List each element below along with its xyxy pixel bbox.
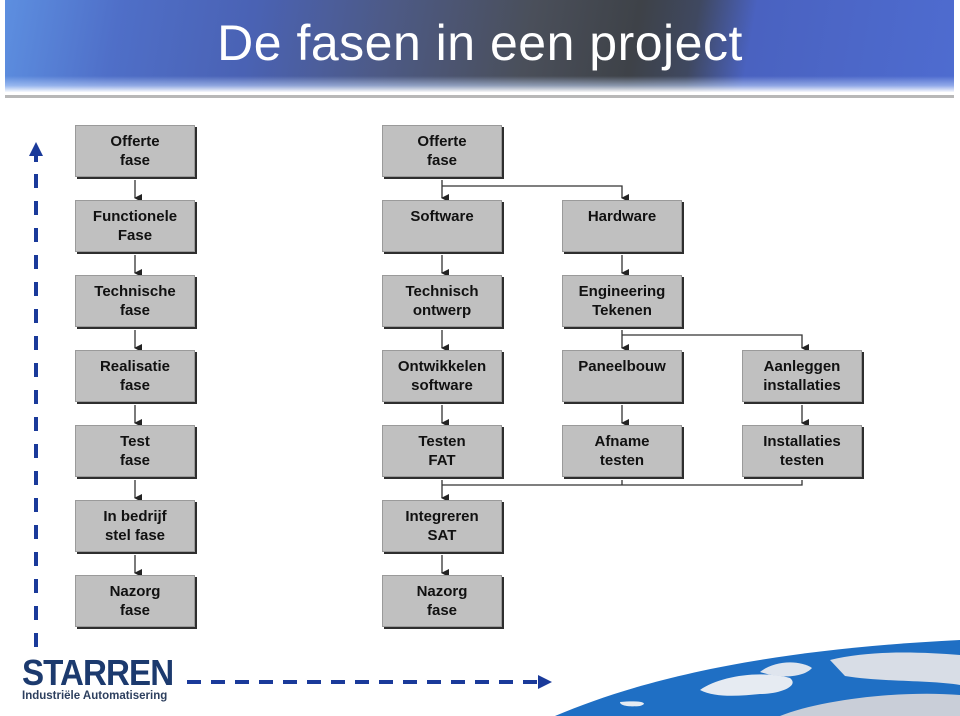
phase-offerte: Offerte fase [75, 125, 195, 177]
flow-label: Nazorg fase [416, 583, 468, 619]
flow-label: Paneelbouw [578, 358, 666, 375]
flow-label: Technisch ontwerp [405, 283, 479, 319]
dash-segment [427, 680, 441, 684]
dash-segment [475, 680, 489, 684]
dash-segment [34, 606, 38, 620]
dash-segment [307, 680, 321, 684]
arrow-engineering-aanleggen [622, 334, 809, 352]
dash-segment [34, 633, 38, 647]
europe-globe-image [555, 640, 960, 716]
phase-label: Test fase [119, 433, 151, 469]
dash-segment [34, 417, 38, 431]
phase-label: In bedrijf stel fase [103, 508, 167, 544]
flow-hardware: Hardware [562, 200, 682, 252]
flow-nazorg: Nazorg fase [382, 575, 502, 627]
arrow-offerte-hardware [442, 185, 629, 202]
dash-segment [451, 680, 465, 684]
dash-segment [235, 680, 249, 684]
flow-label: Afname testen [594, 433, 650, 469]
flow-installaties-testen: Installaties testen [742, 425, 862, 477]
flow-technisch-ontwerp: Technisch ontwerp [382, 275, 502, 327]
phase-label: Nazorg fase [109, 583, 161, 619]
phase-label: Realisatie fase [99, 358, 171, 394]
phase-nazorg: Nazorg fase [75, 575, 195, 627]
dash-segment [379, 680, 393, 684]
flow-aanleggen: Aanleggen installaties [742, 350, 862, 402]
dash-segment [187, 680, 201, 684]
dash-segment [34, 390, 38, 404]
dash-segment [34, 309, 38, 323]
dash-segment [34, 363, 38, 377]
dash-segment [34, 336, 38, 350]
arrow-up-icon [29, 142, 43, 156]
phase-technische: Technische fase [75, 275, 195, 327]
flow-label: Offerte fase [417, 133, 467, 169]
dash-segment [34, 552, 38, 566]
arrow-right-icon [538, 675, 552, 689]
phase-label: Functionele Fase [92, 208, 178, 244]
dash-segment [403, 680, 417, 684]
vertical-dashes [34, 174, 38, 647]
logo-wordmark: STARREN [22, 652, 174, 693]
dash-segment [499, 680, 513, 684]
flow-label: Integreren SAT [405, 508, 479, 544]
phase-label: Offerte fase [110, 133, 160, 169]
flow-software: Software [382, 200, 502, 252]
flow-afname: Afname testen [562, 425, 682, 477]
flow-engineering: Engineering Tekenen [562, 275, 682, 327]
flow-paneelbouw: Paneelbouw [562, 350, 682, 402]
flow-offerte: Offerte fase [382, 125, 502, 177]
dash-segment [211, 680, 225, 684]
horizontal-dashes [187, 680, 537, 684]
flow-label: Engineering Tekenen [578, 283, 666, 319]
dash-segment [34, 174, 38, 188]
dash-segment [355, 680, 369, 684]
dash-segment [34, 228, 38, 242]
dash-segment [34, 444, 38, 458]
dash-segment [283, 680, 297, 684]
dash-segment [34, 282, 38, 296]
dash-segment [34, 255, 38, 269]
dash-segment [34, 201, 38, 215]
flow-label: Hardware [587, 208, 657, 225]
flow-testen-fat: Testen FAT [382, 425, 502, 477]
dash-segment [523, 680, 537, 684]
dash-segment [34, 579, 38, 593]
flow-label: Aanleggen installaties [763, 358, 841, 394]
dash-segment [34, 471, 38, 485]
phase-label: Technische fase [94, 283, 176, 319]
flow-label: Testen FAT [418, 433, 466, 469]
flow-label: Installaties testen [763, 433, 841, 469]
phase-test: Test fase [75, 425, 195, 477]
phase-realisatie: Realisatie fase [75, 350, 195, 402]
flow-integreren: Integreren SAT [382, 500, 502, 552]
dash-segment [34, 525, 38, 539]
phase-inbedrijf: In bedrijf stel fase [75, 500, 195, 552]
dash-segment [331, 680, 345, 684]
starren-logo: STARREN Industriële Automatisering [22, 655, 186, 703]
flow-label: Software [410, 208, 474, 225]
flow-ontwikkelen: Ontwikkelen software [382, 350, 502, 402]
dash-segment [259, 680, 273, 684]
flow-label: Ontwikkelen software [397, 358, 487, 394]
phase-functionele: Functionele Fase [75, 200, 195, 252]
dash-segment [34, 498, 38, 512]
time-axis-vertical [29, 142, 43, 162]
